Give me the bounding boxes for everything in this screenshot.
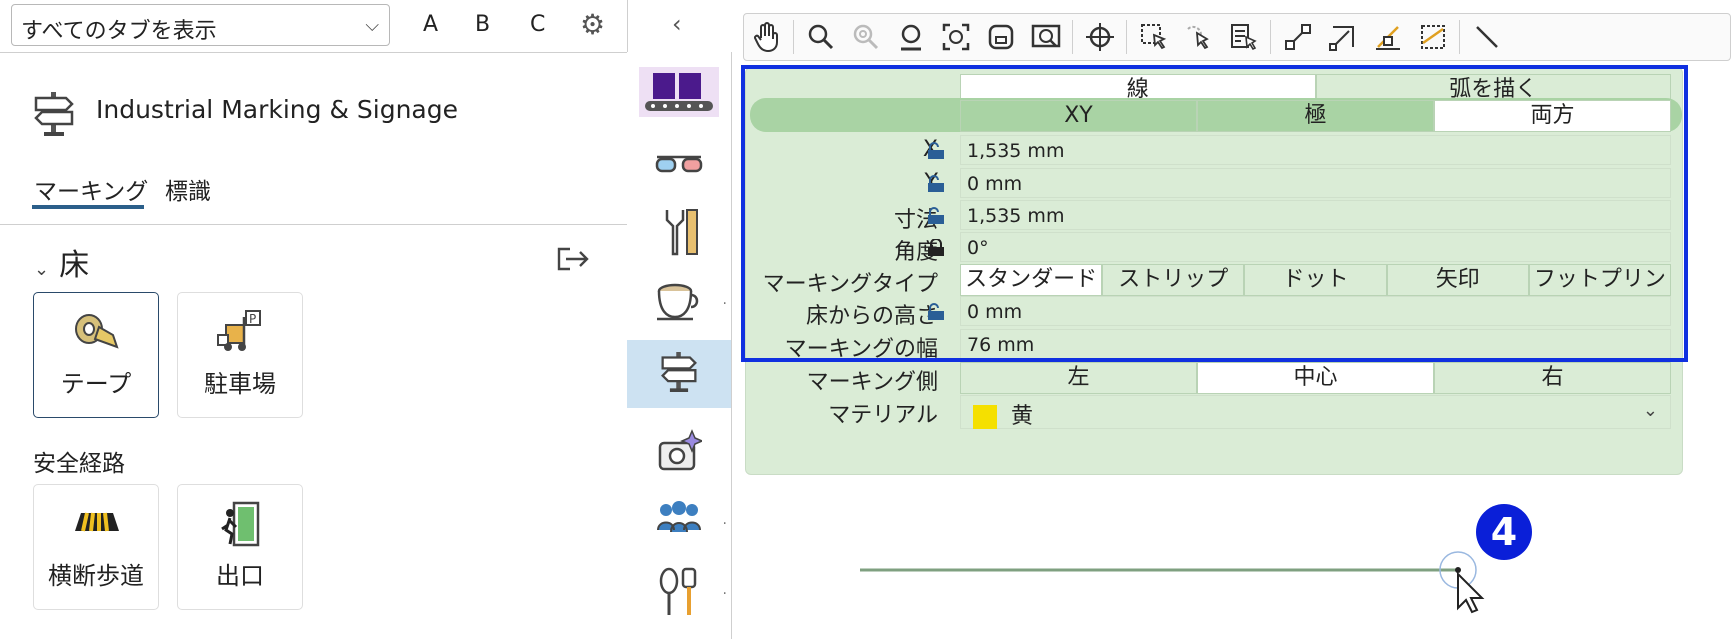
snap-center-icon[interactable] (1077, 14, 1122, 60)
signpost-icon (659, 349, 699, 399)
toolbar-separator (1072, 20, 1073, 54)
material-label: マテリアル (828, 403, 938, 428)
material-value: 黄 (1011, 404, 1034, 429)
tile-label: 出口 (216, 562, 264, 590)
snap-endpoint-icon[interactable] (1275, 14, 1320, 60)
rail-item-kitchen[interactable]: · (627, 560, 731, 628)
tile-exit[interactable]: 出口 (177, 484, 303, 610)
snap-line-icon[interactable] (1464, 14, 1509, 60)
tab-filter-select[interactable]: すべてのタブを表示 ⌵ (11, 4, 390, 46)
snap-perpendicular-icon[interactable] (1320, 14, 1365, 60)
rail-item-cafe[interactable]: · (627, 270, 731, 338)
catalog-rail: · · · (627, 52, 732, 639)
toolbar-separator (1126, 20, 1127, 54)
crosswalk-icon (34, 511, 158, 533)
people-icon (654, 500, 704, 548)
catalog-topbar: すべてのタブを表示 ⌵ A B C ⚙ (0, 0, 627, 53)
rail-item-people[interactable]: · (627, 490, 731, 558)
zoom-in-disabled-icon[interactable] (843, 14, 888, 60)
tile-crosswalk[interactable]: 横断歩道 (33, 484, 159, 610)
rail-item-conveyor[interactable] (627, 60, 731, 128)
filter-a-button[interactable]: A (423, 12, 438, 37)
select-list-icon[interactable] (1221, 14, 1266, 60)
snap-tangent-icon[interactable] (1365, 14, 1410, 60)
zoom-previous-icon[interactable] (888, 14, 933, 60)
svg-text:P: P (249, 312, 256, 326)
collapse-panel-icon[interactable]: ‹ (672, 10, 682, 38)
coffee-cup-icon (655, 281, 703, 327)
rail-item-camera[interactable] (627, 420, 731, 488)
drawn-marking-line[interactable] (850, 548, 1490, 618)
gear-icon[interactable]: ⚙ (580, 8, 605, 41)
zoom-icon[interactable] (798, 14, 843, 60)
tile-label: テープ (60, 370, 132, 398)
material-select[interactable]: 黄 ⌄ (960, 395, 1671, 429)
toolbar-separator (1459, 20, 1460, 54)
more-indicator: · (722, 296, 727, 312)
zoom-window-icon[interactable] (978, 14, 1023, 60)
tab-filter-value: すべてのタブを表示 (21, 19, 217, 44)
filter-c-button[interactable]: C (530, 12, 545, 37)
section-floor-header[interactable]: ⌄ 床 (34, 240, 89, 284)
tab-divider (0, 224, 627, 225)
tape-icon (34, 309, 158, 349)
group-title: 安全経路 (33, 451, 125, 477)
toolbar-separator (793, 20, 794, 54)
option-center[interactable]: 中心 (1197, 362, 1434, 394)
exit-icon (178, 501, 302, 547)
conveyor-icon (639, 67, 719, 121)
row-material: マテリアル 黄 ⌄ (746, 393, 1681, 429)
rail-item-glasses[interactable] (627, 130, 731, 198)
callout-highlight-box (741, 65, 1688, 362)
zoom-extents-icon[interactable] (933, 14, 978, 60)
row-marking-side: マーキング側 左 中心 右 (746, 360, 1681, 395)
camera-sparkle-icon (656, 429, 704, 479)
view-toolbar (743, 13, 1731, 61)
option-left[interactable]: 左 (960, 362, 1197, 394)
more-indicator: · (722, 516, 727, 532)
tools-icon (657, 206, 701, 262)
zoom-selection-icon[interactable] (1023, 14, 1068, 60)
callout-number-badge: 4 (1476, 504, 1532, 560)
option-right[interactable]: 右 (1434, 362, 1671, 394)
export-icon[interactable] (556, 246, 590, 276)
signpost-icon (32, 90, 76, 142)
filter-b-button[interactable]: B (475, 12, 490, 37)
rail-item-signage[interactable] (627, 340, 731, 408)
tile-parking[interactable]: P 駐車場 (177, 292, 303, 418)
active-tab-indicator (32, 205, 144, 209)
tab-marking[interactable]: マーキング (34, 172, 148, 206)
section-floor-title: 床 (59, 248, 90, 283)
tile-label: 駐車場 (204, 370, 276, 398)
catalog-title: Industrial Marking & Signage (96, 95, 458, 124)
select-lasso-icon[interactable] (1176, 14, 1221, 60)
whisk-spatula-icon (657, 567, 701, 621)
chevron-down-icon: ⌄ (1642, 400, 1658, 421)
chevron-down-icon: ⌵ (365, 15, 379, 36)
snap-grid-icon[interactable] (1410, 14, 1455, 60)
marking-side-label: マーキング側 (806, 370, 938, 395)
rail-item-tools[interactable] (627, 200, 731, 268)
marking-side-segmented: 左 中心 右 (960, 362, 1671, 394)
pan-hand-icon[interactable] (744, 14, 789, 60)
catalog-panel: すべてのタブを表示 ⌵ A B C ⚙ Industrial Marking &… (0, 0, 628, 639)
chevron-down-icon: ⌄ (34, 259, 50, 280)
tile-label: 横断歩道 (48, 562, 144, 590)
glasses-icon (653, 147, 705, 181)
more-indicator: · (722, 586, 727, 602)
forklift-parking-icon: P (178, 309, 302, 353)
select-box-icon[interactable] (1131, 14, 1176, 60)
toolbar-separator (1270, 20, 1271, 54)
tab-signs[interactable]: 標識 (165, 172, 211, 206)
material-color-swatch (973, 405, 997, 429)
tile-tape[interactable]: テープ (33, 292, 159, 418)
